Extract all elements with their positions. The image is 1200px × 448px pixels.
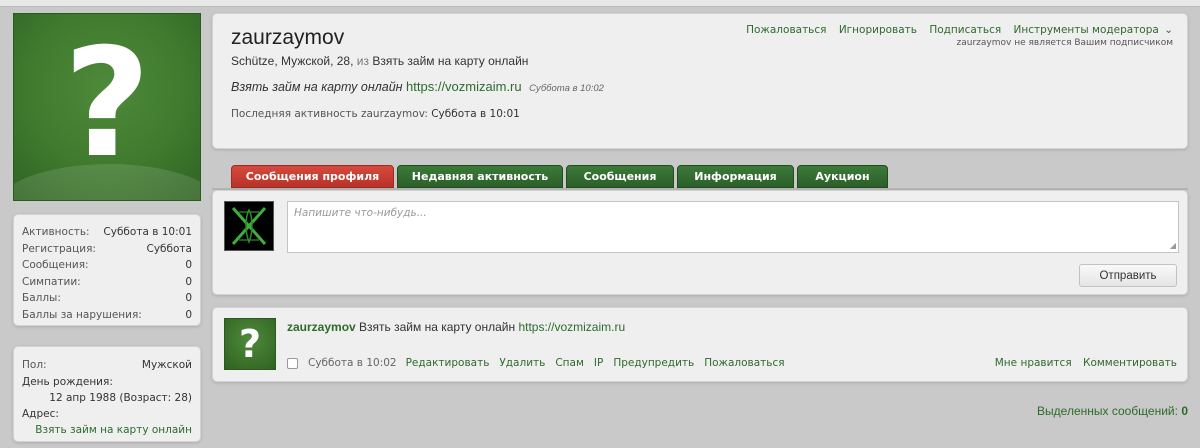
ip-link[interactable]: IP [594, 357, 603, 369]
status-url-link[interactable]: https://vozmizaim.ru [406, 79, 522, 94]
message-actions-right: Мне нравится Комментировать [987, 357, 1177, 369]
profile-tabs: Сообщения профиля Недавняя активность Со… [231, 165, 891, 189]
message-meta: Суббота в 10:02 Редактировать Удалить Сп… [287, 357, 795, 369]
tab-messages[interactable]: Сообщения [566, 165, 674, 188]
message-url-link[interactable]: https://vozmizaim.ru [518, 320, 625, 334]
follow-note: zaurzaymov не является Вашим подписчиком [956, 38, 1173, 48]
profile-actions: Пожаловаться Игнорировать Подписаться Ин… [737, 24, 1173, 48]
profile-info-panel: Пол: Мужской День рождения: 12 апр 1988 … [13, 346, 201, 442]
profile-post-form: Напишите что-нибудь... ◢ Отправить [212, 190, 1188, 295]
status-input[interactable]: Напишите что-нибудь... ◢ [287, 201, 1179, 253]
like-link[interactable]: Мне нравится [995, 357, 1072, 369]
comment-link[interactable]: Комментировать [1083, 357, 1177, 369]
x-files-icon [225, 202, 273, 250]
question-mark-icon: ? [63, 17, 151, 191]
profile-avatar[interactable]: ? [13, 13, 201, 201]
spam-link[interactable]: Спам [555, 357, 584, 369]
gender-row: Пол: Мужской [22, 359, 192, 371]
tab-recent-activity[interactable]: Недавняя активность [397, 165, 563, 188]
edit-link[interactable]: Редактировать [406, 357, 490, 369]
current-user-avatar[interactable] [224, 201, 274, 251]
select-checkbox[interactable] [287, 357, 298, 369]
report-link[interactable]: Пожаловаться [746, 24, 826, 36]
stat-row: Симпатии: 0 [22, 275, 192, 288]
submit-button[interactable]: Отправить [1079, 264, 1177, 287]
stat-row: Баллы за нарушения: 0 [22, 308, 192, 321]
message-time[interactable]: Суббота в 10:02 [308, 357, 397, 369]
resize-handle-icon[interactable]: ◢ [1170, 241, 1176, 250]
stat-row: Регистрация: Суббота [22, 242, 192, 255]
selected-messages-counter: Выделенных сообщений: 0 [1037, 404, 1188, 418]
address-link[interactable]: Взять займ на карту онлайн [22, 422, 192, 438]
message-author-link[interactable]: zaurzaymov [287, 320, 356, 334]
status-time: Суббота в 10:02 [529, 83, 604, 94]
user-subinfo: Schütze, Мужской, 28, из Взять займ на к… [231, 54, 529, 68]
top-band [0, 0, 1200, 7]
follow-link[interactable]: Подписаться [929, 24, 1001, 36]
tab-profile-posts[interactable]: Сообщения профиля [231, 165, 394, 188]
delete-link[interactable]: Удалить [499, 357, 545, 369]
ignore-link[interactable]: Игнорировать [839, 24, 917, 36]
message-body: zaurzaymov Взять займ на карту онлайн ht… [287, 320, 626, 334]
profile-stats-panel: Активность: Суббота в 10:01 Регистрация: С… [13, 214, 201, 326]
moderator-tools-menu[interactable]: Инструменты модератора ⌄ [1014, 24, 1173, 36]
last-activity: Последняя активность zaurzaymov: Суббота… [231, 108, 520, 120]
stat-row: Сообщения: 0 [22, 259, 192, 271]
birthday-label: День рождения: [22, 375, 113, 388]
warn-link[interactable]: Предупредить [613, 357, 694, 369]
chevron-down-icon: ⌄ [1164, 24, 1173, 36]
tab-auction[interactable]: Аукцион [797, 165, 888, 188]
report-message-link[interactable]: Пожаловаться [704, 357, 784, 369]
stat-row: Баллы: 0 [22, 292, 192, 304]
stat-row: Активность: Суббота в 10:01 [22, 226, 192, 238]
user-status: Взять займ на карту онлайн https://vozmi… [231, 79, 604, 94]
location-link[interactable]: Взять займ на карту онлайн [372, 54, 528, 68]
profile-message: ? zaurzaymov Взять займ на карту онлайн … [212, 307, 1188, 382]
profile-header: zaurzaymov Schütze, Мужской, 28, из Взят… [212, 13, 1188, 149]
message-author-avatar[interactable]: ? [224, 318, 276, 370]
tab-information[interactable]: Информация [677, 165, 794, 188]
address-label: Адрес: [22, 407, 59, 420]
birthday-value: 12 апр 1988 (Возраст: 28) [49, 391, 192, 404]
